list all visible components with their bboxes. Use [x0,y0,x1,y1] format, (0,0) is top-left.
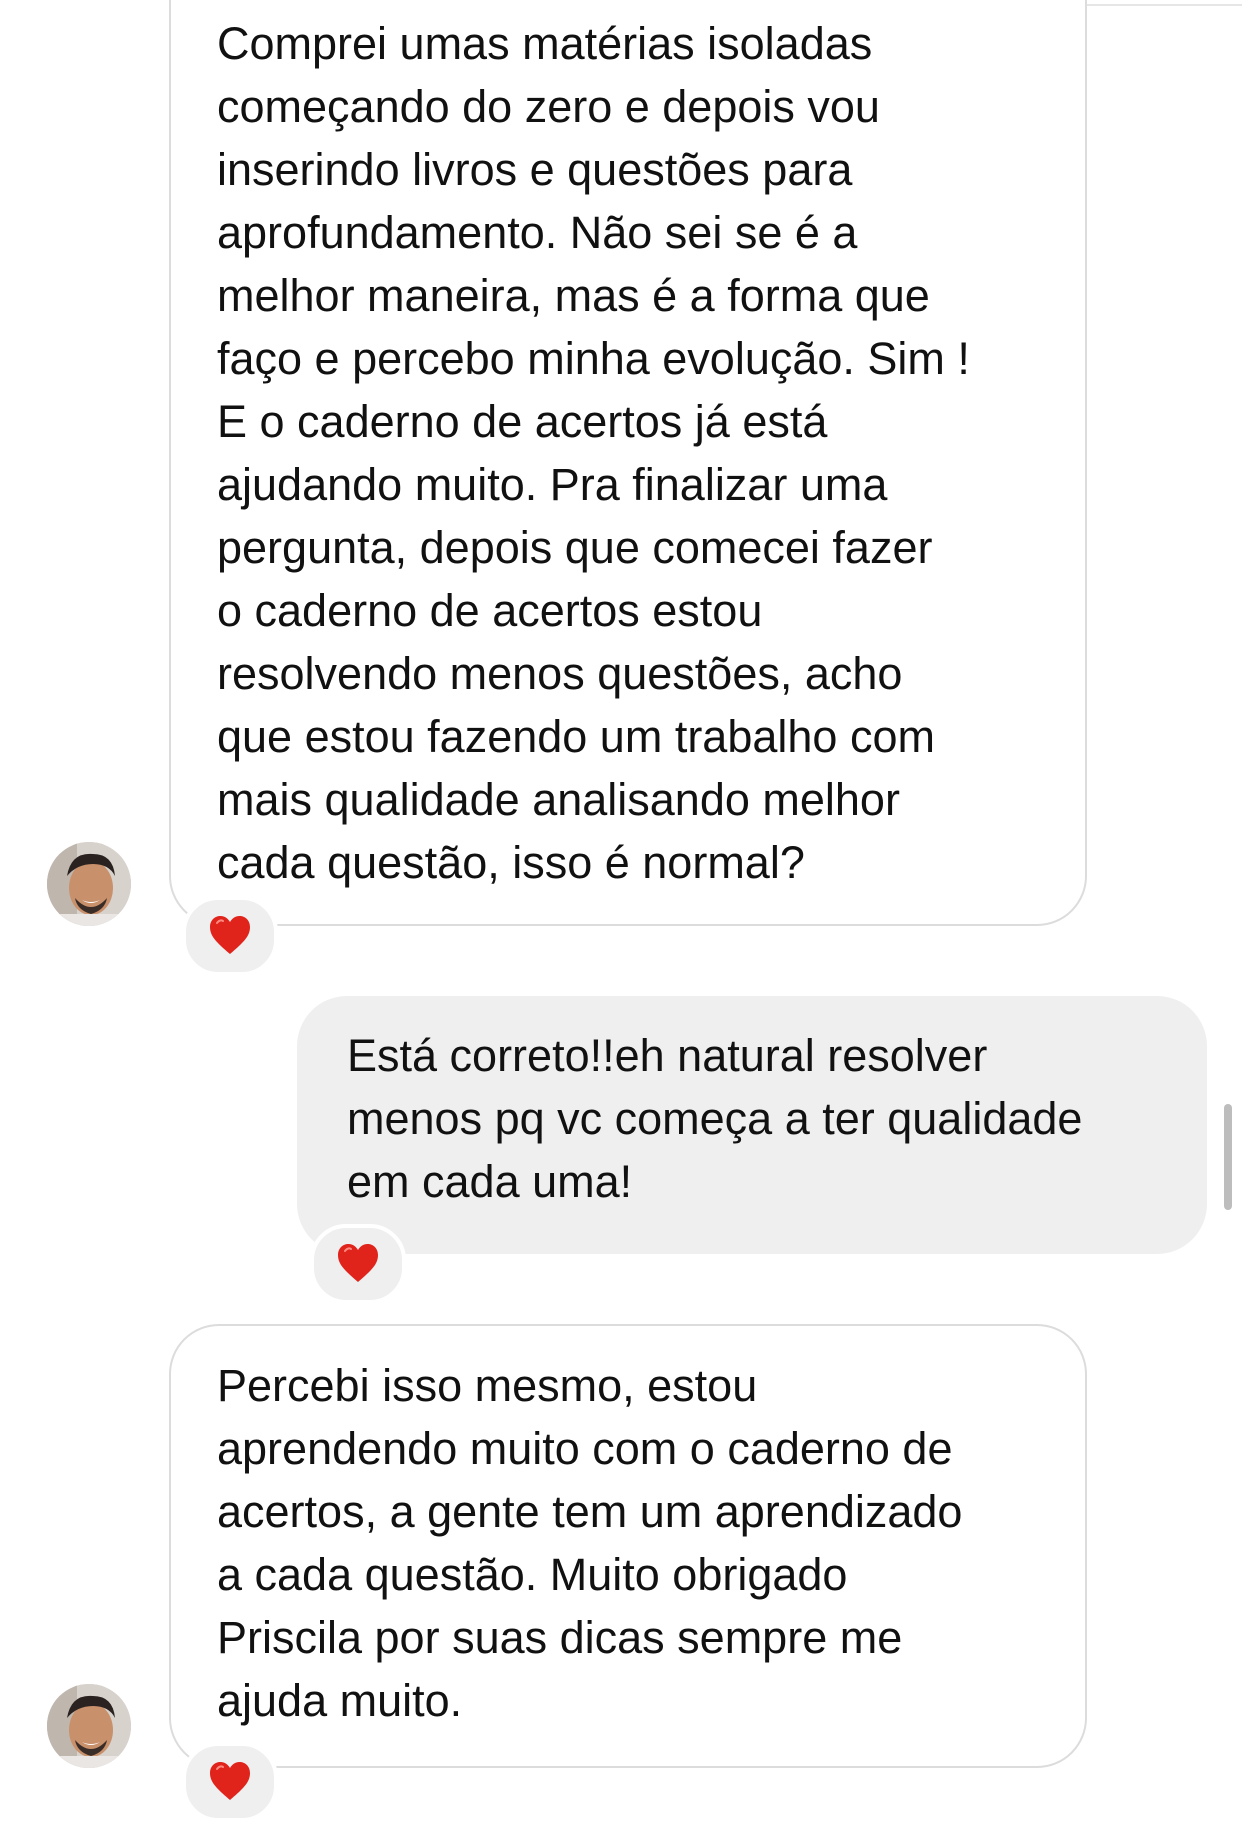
red-heart-icon [338,1244,378,1282]
message-text: Está correto!!eh natural resolver menos … [347,1030,1083,1207]
message-bubble-incoming[interactable]: Percebi isso mesmo, estou aprendendo mui… [169,1324,1087,1768]
avatar-photo [47,1684,131,1768]
message-bubble-outgoing[interactable]: Está correto!!eh natural resolver menos … [297,996,1207,1254]
avatar-photo [47,842,131,926]
scrollbar-thumb[interactable] [1224,1104,1232,1210]
message-text: Comprei umas matérias isoladas começando… [217,18,970,888]
sender-avatar[interactable] [47,842,131,926]
reaction-badge[interactable] [182,1742,278,1822]
top-divider [1080,4,1242,6]
red-heart-icon [210,1762,250,1800]
reaction-badge[interactable] [310,1224,406,1304]
message-bubble-incoming[interactable]: Comprei umas matérias isoladas começando… [169,0,1087,926]
red-heart-icon [210,916,250,954]
message-text: Percebi isso mesmo, estou aprendendo mui… [217,1360,963,1726]
reaction-badge[interactable] [182,896,278,976]
sender-avatar[interactable] [47,1684,131,1768]
